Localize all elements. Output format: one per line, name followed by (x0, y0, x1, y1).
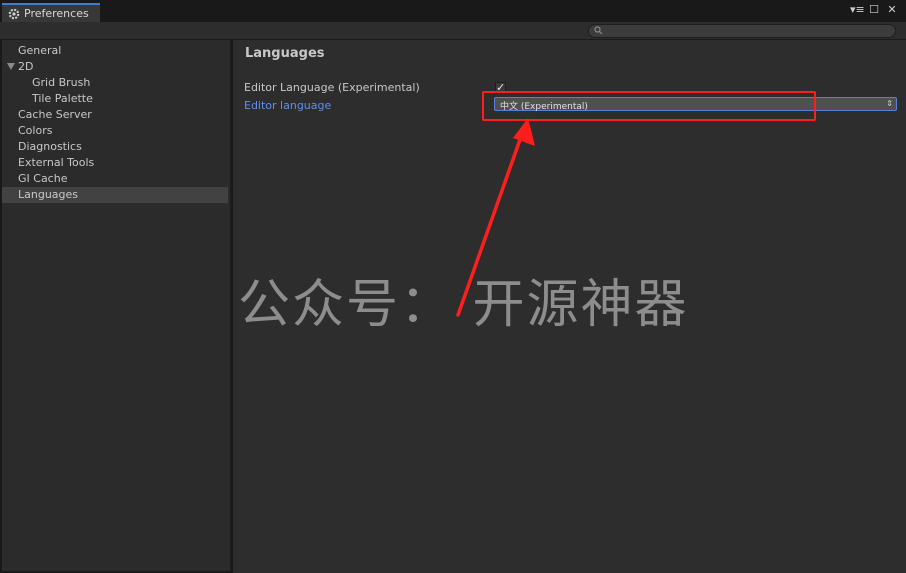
sidebar-item-general[interactable]: General (2, 43, 228, 59)
sidebar-item-label: 2D (18, 60, 34, 73)
tab-title: Preferences (24, 7, 89, 20)
sidebar-item-cache-server[interactable]: Cache Server (2, 107, 228, 123)
editor-language-experimental-label: Editor Language (Experimental) (244, 81, 420, 94)
sidebar: General 2D Grid Brush Tile Palette Cache… (2, 40, 232, 571)
sidebar-item-label: General (18, 44, 62, 57)
expand-triangle-icon[interactable] (7, 63, 15, 70)
sidebar-item-diagnostics[interactable]: Diagnostics (2, 139, 228, 155)
sidebar-item-colors[interactable]: Colors (2, 123, 228, 139)
maximize-icon[interactable]: ☐ (868, 4, 880, 16)
sidebar-item-grid-brush[interactable]: Grid Brush (2, 75, 228, 91)
window-controls: ▾≡ ☐ ✕ (850, 4, 898, 16)
chevron-updown-icon: ⇕ (886, 99, 893, 108)
sidebar-item-tile-palette[interactable]: Tile Palette (2, 91, 228, 107)
sidebar-item-languages[interactable]: Languages (2, 187, 228, 203)
sidebar-item-label: External Tools (18, 156, 95, 169)
close-icon[interactable]: ✕ (886, 4, 898, 16)
annotation-arrow (456, 118, 535, 317)
sidebar-item-label: Languages (18, 188, 79, 201)
search-icon (594, 26, 603, 35)
sidebar-item-label: Tile Palette (32, 92, 93, 105)
sidebar-item-label: Cache Server (18, 108, 92, 121)
sidebar-item-gi-cache[interactable]: GI Cache (2, 171, 228, 187)
toolbar (0, 22, 906, 40)
menu-icon[interactable]: ▾≡ (850, 4, 865, 16)
search-input[interactable] (588, 24, 896, 38)
sidebar-item-label: GI Cache (18, 172, 68, 185)
editor-language-label: Editor language (244, 99, 332, 112)
sidebar-item-label: Colors (18, 124, 53, 137)
sidebar-item-external-tools[interactable]: External Tools (2, 155, 228, 171)
sidebar-item-2d[interactable]: 2D (2, 59, 228, 75)
sidebar-item-label: Grid Brush (32, 76, 91, 89)
title-bar: Preferences ▾≡ ☐ ✕ (0, 0, 906, 23)
preferences-tab[interactable]: Preferences (2, 3, 100, 22)
page-title: Languages (245, 46, 325, 61)
gear-icon (8, 8, 20, 19)
sidebar-item-label: Diagnostics (18, 140, 82, 153)
